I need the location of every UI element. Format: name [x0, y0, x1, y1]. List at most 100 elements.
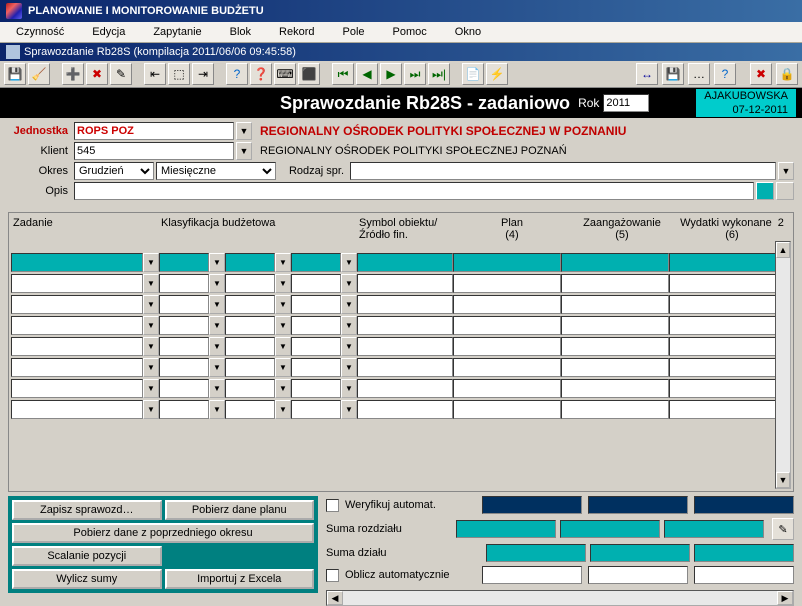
cell-kb3[interactable]	[291, 253, 341, 272]
cell-zaang[interactable]	[561, 295, 669, 314]
cell-kb2[interactable]	[225, 295, 275, 314]
rodzaj-dropdown-icon[interactable]: ▼	[778, 162, 794, 180]
cell-wydatki[interactable]	[669, 316, 777, 335]
tb-edit-icon[interactable]: ✎	[110, 63, 132, 85]
tb-grid-icon[interactable]: ⬚	[168, 63, 190, 85]
chevron-down-icon[interactable]: ▼	[143, 316, 159, 335]
cell-kb2[interactable]	[225, 400, 275, 419]
opis-aux1-button[interactable]	[756, 182, 774, 200]
cell-wydatki[interactable]	[669, 274, 777, 293]
cell-zadanie[interactable]	[11, 274, 143, 293]
cell-zaang[interactable]	[561, 253, 669, 272]
cell-zadanie[interactable]	[11, 253, 143, 272]
chevron-down-icon[interactable]: ▼	[143, 400, 159, 419]
tb-help1-icon[interactable]: ?	[226, 63, 248, 85]
tb-nav-last-icon[interactable]: ⏭	[404, 63, 426, 85]
chevron-down-icon[interactable]: ▼	[143, 358, 159, 377]
cell-wydatki[interactable]	[669, 379, 777, 398]
chevron-down-icon[interactable]: ▼	[275, 295, 291, 314]
cell-kb2[interactable]	[225, 253, 275, 272]
okres-type-select[interactable]: Miesięczne	[156, 162, 276, 180]
chevron-down-icon[interactable]: ▼	[275, 358, 291, 377]
cell-symbol[interactable]	[357, 253, 453, 272]
chevron-down-icon[interactable]: ▼	[209, 358, 225, 377]
chevron-down-icon[interactable]: ▼	[209, 295, 225, 314]
menu-edycja[interactable]: Edycja	[80, 24, 137, 40]
chevron-down-icon[interactable]: ▼	[209, 379, 225, 398]
menu-czynnosc[interactable]: Czynność	[4, 24, 76, 40]
btn-pobierz-plan[interactable]: Pobierz dane planu	[165, 500, 315, 520]
cell-symbol[interactable]	[357, 337, 453, 356]
tb-last-icon[interactable]: ⇥	[192, 63, 214, 85]
chevron-down-icon[interactable]: ▼	[341, 379, 357, 398]
cell-kb1[interactable]	[159, 316, 209, 335]
menu-blok[interactable]: Blok	[218, 24, 263, 40]
chevron-down-icon[interactable]: ▼	[275, 400, 291, 419]
cell-plan[interactable]	[453, 295, 561, 314]
cell-kb3[interactable]	[291, 316, 341, 335]
opis-aux2-button[interactable]	[776, 182, 794, 200]
chk-oblicz[interactable]	[326, 569, 339, 582]
cell-zaang[interactable]	[561, 400, 669, 419]
cell-plan[interactable]	[453, 358, 561, 377]
cell-zadanie[interactable]	[11, 358, 143, 377]
cell-wydatki[interactable]	[669, 337, 777, 356]
btn-scalanie[interactable]: Scalanie pozycji	[12, 546, 162, 566]
cell-kb1[interactable]	[159, 274, 209, 293]
tb-run-icon[interactable]: ⚡	[486, 63, 508, 85]
opis-input[interactable]	[74, 182, 754, 200]
scroll-left-icon[interactable]: ◀	[327, 591, 343, 605]
cell-plan[interactable]	[453, 379, 561, 398]
cell-plan[interactable]	[453, 337, 561, 356]
jednostka-input[interactable]	[74, 122, 234, 140]
cell-wydatki[interactable]	[669, 400, 777, 419]
cell-symbol[interactable]	[357, 379, 453, 398]
cell-zaang[interactable]	[561, 379, 669, 398]
tb-clear-icon[interactable]: 🧹	[28, 63, 50, 85]
chevron-down-icon[interactable]: ▼	[209, 253, 225, 272]
chevron-down-icon[interactable]: ▼	[143, 253, 159, 272]
tb-nav-end-icon[interactable]: ⏭|	[428, 63, 450, 85]
chevron-down-icon[interactable]: ▼	[275, 274, 291, 293]
btn-zapisz[interactable]: Zapisz sprawozd…	[12, 500, 162, 520]
cell-symbol[interactable]	[357, 274, 453, 293]
chevron-down-icon[interactable]: ▼	[143, 274, 159, 293]
chk-weryfikuj[interactable]	[326, 499, 339, 512]
menu-pomoc[interactable]: Pomoc	[381, 24, 439, 40]
cell-kb2[interactable]	[225, 316, 275, 335]
tb-keys-icon[interactable]: ⌨	[274, 63, 296, 85]
scroll-up-icon[interactable]: ▲	[776, 242, 790, 258]
okres-select[interactable]: Grudzień	[74, 162, 154, 180]
rok-input[interactable]	[603, 94, 649, 112]
cell-symbol[interactable]	[357, 316, 453, 335]
chevron-down-icon[interactable]: ▼	[275, 379, 291, 398]
tb-help2-icon[interactable]: ❓	[250, 63, 272, 85]
cell-zadanie[interactable]	[11, 295, 143, 314]
chevron-down-icon[interactable]: ▼	[341, 253, 357, 272]
klient-dropdown-icon[interactable]: ▼	[236, 142, 252, 160]
cell-wydatki[interactable]	[669, 358, 777, 377]
menu-rekord[interactable]: Rekord	[267, 24, 326, 40]
chevron-down-icon[interactable]: ▼	[209, 337, 225, 356]
chevron-down-icon[interactable]: ▼	[275, 337, 291, 356]
klient-input[interactable]	[74, 142, 234, 160]
cell-kb2[interactable]	[225, 379, 275, 398]
tb-r-help-icon[interactable]: ?	[714, 63, 736, 85]
tb-delete-icon[interactable]: ✖	[86, 63, 108, 85]
btn-pobierz-poprz[interactable]: Pobierz dane z poprzedniego okresu	[12, 523, 314, 543]
cell-zaang[interactable]	[561, 358, 669, 377]
tb-r-close-icon[interactable]: ✖	[750, 63, 772, 85]
cell-zadanie[interactable]	[11, 316, 143, 335]
tb-block-icon[interactable]: ⬛	[298, 63, 320, 85]
cell-kb1[interactable]	[159, 358, 209, 377]
cell-kb2[interactable]	[225, 337, 275, 356]
chevron-down-icon[interactable]: ▼	[209, 316, 225, 335]
cell-plan[interactable]	[453, 316, 561, 335]
pencil-icon[interactable]: ✎	[772, 518, 794, 540]
tb-r-save-icon[interactable]: 💾	[662, 63, 684, 85]
chevron-down-icon[interactable]: ▼	[341, 274, 357, 293]
cell-plan[interactable]	[453, 274, 561, 293]
tb-first-icon[interactable]: ⇤	[144, 63, 166, 85]
btn-wylicz[interactable]: Wylicz sumy	[12, 569, 162, 589]
chevron-down-icon[interactable]: ▼	[341, 316, 357, 335]
